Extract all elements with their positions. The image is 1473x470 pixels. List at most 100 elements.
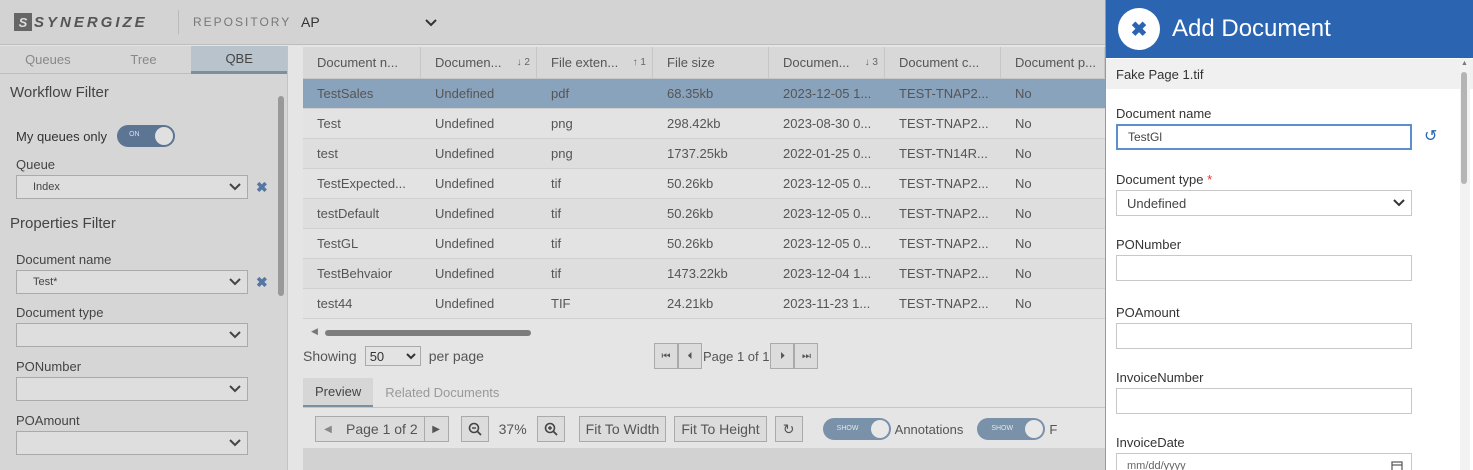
invoicedate-input[interactable]: mm/dd/yyyy — [1116, 453, 1412, 470]
required-mark: * — [1207, 172, 1213, 187]
showing-label: Showing — [303, 348, 357, 364]
table-row[interactable]: testDefault Undefined tif 50.26kb 2023-12-05… — [303, 199, 1105, 229]
cut-label: F — [1049, 421, 1058, 437]
calendar-icon[interactable] — [1391, 460, 1403, 470]
chevron-down-icon — [229, 439, 241, 447]
next-page-button[interactable]: ⏵ — [770, 343, 795, 369]
table-cell: TEST-TNAP2... — [899, 206, 989, 221]
annotations-label: Annotations — [894, 421, 964, 437]
table-cell: Undefined — [435, 86, 495, 101]
column-header[interactable]: File size — [653, 47, 769, 78]
clear-queue-icon[interactable]: ✖ — [256, 179, 268, 196]
page-stepper: ◀ Page 1 of 2 ▶ — [315, 416, 449, 442]
queue-select[interactable]: Index — [16, 175, 248, 199]
tab-queues[interactable]: Queues — [0, 46, 96, 74]
table-cell: 2023-12-05 1... — [783, 86, 872, 101]
zoom-in-button[interactable] — [536, 416, 565, 442]
page-of-label: Page 1 of 1 — [702, 348, 770, 364]
doc-name-row: Test* ✖ — [0, 270, 287, 294]
first-page-button[interactable]: ⏮ — [653, 343, 678, 369]
table-cell: png — [551, 116, 573, 131]
table-cell: Test — [317, 116, 341, 131]
my-queues-toggle[interactable]: ON — [117, 125, 176, 147]
close-button[interactable]: ✖ — [1118, 8, 1160, 50]
per-page-label: per page — [428, 348, 484, 364]
invoicedate-placeholder: mm/dd/yyyy — [1127, 460, 1186, 470]
column-header[interactable]: File exten... ↑ 1 — [537, 47, 653, 78]
table-cell: 1473.22kb — [667, 266, 728, 281]
doc-name-label: Document name — [16, 252, 112, 267]
table-cell: No — [1015, 146, 1032, 161]
table-row[interactable]: TestSales Undefined pdf 68.35kb 2023-12-05 1… — [303, 79, 1105, 109]
table-cell: 68.35kb — [667, 86, 714, 101]
reset-icon[interactable]: ↺ — [1424, 126, 1437, 146]
page-nav: ⏮ ⏴ Page 1 of 1 ⏵ ⏭ — [653, 343, 819, 369]
left-scrollbar[interactable] — [278, 96, 284, 296]
chevron-down-icon — [425, 14, 437, 30]
invoicenumber-input[interactable] — [1116, 388, 1412, 414]
grid-hscrollbar[interactable]: ◀ — [303, 326, 1105, 338]
rotate-button[interactable]: ↻ — [774, 416, 803, 442]
tab-related-documents[interactable]: Related Documents — [373, 378, 511, 407]
doc-name-input[interactable]: TestGl — [1116, 124, 1412, 150]
annotations-toggle[interactable]: SHOW — [822, 418, 891, 440]
poamount-select[interactable] — [16, 431, 248, 455]
table-cell: No — [1015, 266, 1032, 281]
tab-tree[interactable]: Tree — [95, 46, 192, 74]
tab-preview[interactable]: Preview — [303, 378, 374, 407]
doc-type-select[interactable]: Undefined — [1116, 190, 1412, 216]
fit-to-height-button[interactable]: Fit To Height — [674, 416, 767, 442]
scroll-thumb[interactable] — [325, 330, 531, 336]
per-page-select[interactable]: 50 — [364, 346, 421, 366]
table-row[interactable]: test Undefined png 1737.25kb 2022-01-25 0...… — [303, 139, 1105, 169]
table-cell: Undefined — [435, 176, 495, 191]
next-page-icon[interactable]: ▶ — [423, 417, 448, 441]
zoom-out-button[interactable] — [460, 416, 489, 442]
chevron-down-icon — [229, 331, 241, 339]
scroll-left-icon[interactable]: ◀ — [311, 326, 318, 337]
repository-select[interactable]: AP — [301, 14, 437, 30]
file-name: Fake Page 1.tif — [1106, 59, 1473, 89]
column-header[interactable]: Document c... — [885, 47, 1001, 78]
ponumber-select[interactable] — [16, 377, 248, 401]
table-row[interactable]: test44 Undefined TIF 24.21kb 2023-11-23 1...… — [303, 289, 1105, 319]
table-row[interactable]: TestBehvaior Undefined tif 1473.22kb 2023-12… — [303, 259, 1105, 289]
ponumber-input[interactable] — [1116, 255, 1412, 281]
prev-page-icon[interactable]: ◀ — [316, 424, 340, 435]
column-header[interactable]: Document p... — [1001, 47, 1105, 78]
column-header[interactable]: Document n... — [303, 47, 421, 78]
table-cell: TIF — [551, 296, 571, 311]
table-cell: 2023-11-23 1... — [783, 296, 871, 311]
preview-toolbar: ◀ Page 1 of 2 ▶ 37% Fit To Width Fit To … — [303, 414, 1105, 444]
doc-name-select[interactable]: Test* — [16, 270, 248, 294]
table-cell: No — [1015, 86, 1032, 101]
toggle-on-text: ON — [129, 131, 140, 138]
chevron-down-icon — [405, 352, 416, 359]
poamount-input[interactable] — [1116, 323, 1412, 349]
column-header[interactable]: Documen... ↓ 3 — [769, 47, 885, 78]
table-cell: TestGL — [317, 236, 359, 251]
table-cell: No — [1015, 176, 1032, 191]
second-show-toggle[interactable]: SHOW — [977, 418, 1046, 440]
tab-qbe[interactable]: QBE — [191, 46, 288, 74]
table-cell: tif — [551, 206, 562, 221]
chevron-down-icon — [229, 385, 241, 393]
poamount-row — [0, 431, 287, 455]
column-header[interactable]: Documen... ↓ 2 — [421, 47, 537, 78]
scroll-up-icon[interactable]: ▲ — [1461, 60, 1468, 67]
invoicedate-label: InvoiceDate — [1116, 435, 1185, 450]
doc-type-select[interactable] — [16, 323, 248, 347]
table-row[interactable]: Test Undefined png 298.42kb 2023-08-30 0... T… — [303, 109, 1105, 139]
doc-type-value: Undefined — [1127, 195, 1187, 211]
table-row[interactable]: TestExpected... Undefined tif 50.26kb 2023-1… — [303, 169, 1105, 199]
workflow-filter-title: Workflow Filter — [10, 84, 109, 101]
clear-doc-name-icon[interactable]: ✖ — [256, 274, 268, 291]
last-page-button[interactable]: ⏭ — [794, 343, 819, 369]
my-queues-label: My queues only — [16, 128, 108, 144]
prev-page-button[interactable]: ⏴ — [677, 343, 702, 369]
fit-to-width-button[interactable]: Fit To Width — [578, 416, 667, 442]
table-row[interactable]: TestGL Undefined tif 50.26kb 2023-12-05 0...… — [303, 229, 1105, 259]
doc-type-row — [0, 323, 287, 347]
repository-value: AP — [301, 14, 320, 30]
drawer-scroll-thumb[interactable] — [1461, 72, 1467, 184]
